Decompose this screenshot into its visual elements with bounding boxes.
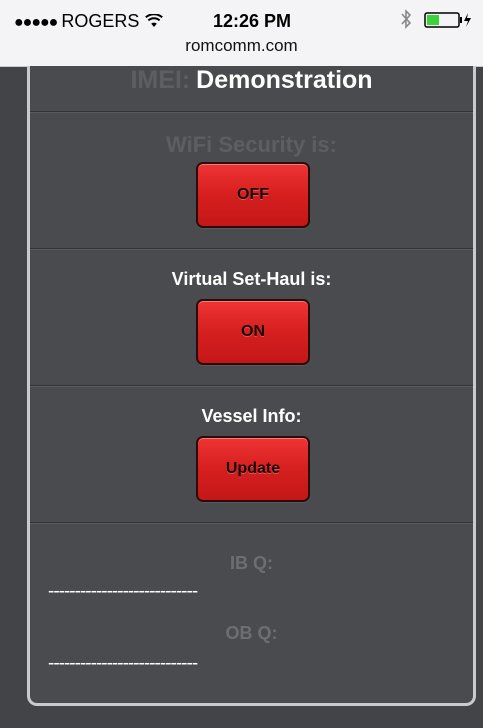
wifi-security-toggle-button[interactable]: OFF (196, 162, 310, 228)
signal-strength-icon: ●●●●● (14, 14, 58, 31)
address-bar-url[interactable]: romcomm.com (0, 36, 483, 56)
imei-line: IMEI: Demonstration (30, 66, 473, 95)
vessel-info-title: Vessel Info: (201, 406, 302, 426)
wifi-icon (145, 14, 164, 27)
queue-status: IB Q: ---------------------------- OB Q:… (30, 523, 473, 703)
ib-queue-value: ---------------------------- (48, 581, 198, 602)
wifi-security-section: WiFi Security is: OFF (30, 112, 473, 249)
main-panel: IMEI: Demonstration WiFi Security is: OFF… (27, 66, 476, 706)
ib-queue-label: IB Q: (230, 553, 273, 573)
bluetooth-icon (401, 9, 412, 29)
imei-label: IMEI: (130, 66, 191, 94)
battery-icon (424, 12, 471, 28)
ob-queue-value: ---------------------------- (48, 653, 198, 674)
status-left: ●●●●● ROGERS (14, 11, 164, 32)
wifi-security-title: WiFi Security is: (166, 132, 337, 157)
virtual-sethaul-toggle-button[interactable]: ON (196, 299, 310, 365)
status-and-url-bar: ●●●●● ROGERS 12:26 PM romcomm.com (0, 0, 483, 67)
carrier-name: ROGERS (61, 11, 140, 31)
vessel-info-section: Vessel Info: Update (30, 386, 473, 523)
ob-queue-label: OB Q: (225, 623, 278, 643)
virtual-sethaul-section: Virtual Set-Haul is: ON (30, 249, 473, 386)
status-time: 12:26 PM (213, 11, 292, 31)
vessel-info-update-button[interactable]: Update (196, 436, 310, 502)
imei-row: IMEI: Demonstration (30, 66, 473, 112)
imei-value: Demonstration (196, 66, 373, 94)
virtual-sethaul-title: Virtual Set-Haul is: (171, 269, 332, 289)
